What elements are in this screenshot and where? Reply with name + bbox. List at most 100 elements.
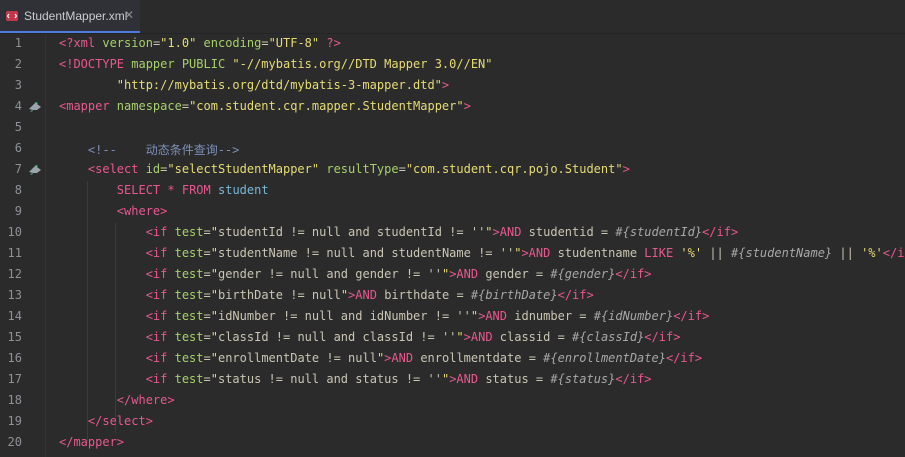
code-token: student <box>218 183 269 197</box>
line-number: 8 <box>14 183 22 197</box>
code-token: = <box>203 225 211 239</box>
code-token: </if> <box>673 309 710 323</box>
line-number: 16 <box>7 351 22 365</box>
code-line[interactable]: 16 <if test="enrollmentDate != null">AND… <box>0 349 905 370</box>
code-token: <where> <box>116 204 168 218</box>
code-token: = <box>203 372 211 386</box>
code-line[interactable]: 7 <select id = "selectStudentMapper" resul… <box>0 160 905 181</box>
code-token: " <box>210 267 218 281</box>
code-line[interactable]: 13 <if test="birthDate != null">AND birt… <box>0 286 905 307</box>
code-line[interactable]: 19 </select> <box>0 412 905 433</box>
code-text: <if test="status != null and status != '… <box>59 372 652 386</box>
code-token: <if <box>145 225 175 239</box>
line-number: 9 <box>14 204 22 218</box>
code-token: "selectStudentMapper" <box>167 162 320 176</box>
code-token: classId != null and classId != '' <box>217 330 457 344</box>
code-token: <mapper <box>59 99 117 113</box>
code-token: " <box>210 309 218 323</box>
code-line[interactable]: 20 </mapper> <box>0 433 905 454</box>
code-token: test <box>174 288 204 302</box>
line-number: 2 <box>14 57 22 71</box>
code-token: = <box>203 246 211 260</box>
code-text: </mapper> <box>59 435 124 449</box>
code-token: > <box>622 162 630 176</box>
tab-title: StudentMapper.xml <box>24 9 128 23</box>
code-line[interactable]: 10 <if test="studentId != null and stude… <box>0 223 905 244</box>
line-number: 3 <box>14 78 22 92</box>
code-token: test <box>174 309 204 323</box>
code-token: namespace <box>116 99 182 113</box>
mybatis-bean-icon[interactable] <box>28 165 42 175</box>
code-line[interactable]: 3 "http://mybatis.org/dtd/mybatis-3-mapp… <box>0 76 905 97</box>
code-token: "1.0" <box>160 36 197 50</box>
mybatis-bean-icon[interactable] <box>28 102 42 112</box>
code-token: #{status} <box>550 372 616 386</box>
code-line[interactable]: 6 <!-- 动态条件查询--> <box>0 139 905 160</box>
line-number: 7 <box>14 162 22 176</box>
code-line[interactable]: 5 <box>0 118 905 139</box>
code-text: <if test="classId != null and classId !=… <box>59 330 681 344</box>
code-token: " <box>210 351 218 365</box>
line-number: 4 <box>14 99 22 113</box>
code-line[interactable]: 2 <!DOCTYPE mapper PUBLIC "-//mybatis.org… <box>0 55 905 76</box>
code-token: <!DOCTYPE <box>59 57 132 71</box>
code-token: > <box>521 246 529 260</box>
close-icon[interactable]: ✕ <box>124 8 134 22</box>
code-text: <?xml version="1.0" encoding="UTF-8" ?> <box>59 36 341 50</box>
code-token: studentName != null and studentName != '… <box>217 246 515 260</box>
code-token: " <box>210 288 218 302</box>
code-token: status != null and status != '' <box>217 372 442 386</box>
xml-file-icon <box>6 11 18 21</box>
code-token: '%' <box>861 246 883 260</box>
code-line[interactable]: 8 SELECT * FROM student <box>0 181 905 202</box>
code-token: idNumber != null and idNumber != '' <box>217 309 471 323</box>
code-token: enrollmentdate = <box>413 351 544 365</box>
code-token: SELECT <box>116 183 161 197</box>
code-line[interactable]: 17 <if test="status != null and status !… <box>0 370 905 391</box>
code-token: AND <box>456 267 479 281</box>
code-token: #{studentId} <box>615 225 703 239</box>
code-line[interactable]: 12 <if test="gender != null and gender !… <box>0 265 905 286</box>
code-token: classid = <box>492 330 573 344</box>
code-line[interactable]: 11 <if test="studentName != null and stu… <box>0 244 905 265</box>
code-token: "UTF-8" <box>268 36 320 50</box>
code-token: <if <box>145 309 175 323</box>
code-line[interactable]: 1 <?xml version="1.0" encoding="UTF-8" ?> <box>0 34 905 55</box>
code-token: " <box>210 246 218 260</box>
code-token: test <box>174 225 204 239</box>
code-token: #{studentName} <box>731 246 833 260</box>
code-token: test <box>174 246 204 260</box>
code-token: = <box>181 99 190 113</box>
code-line[interactable]: 14 <if test="idNumber != null and idNumb… <box>0 307 905 328</box>
code-token: AND <box>355 288 377 302</box>
line-number: 15 <box>7 330 22 344</box>
code-token: LIKE <box>644 246 674 260</box>
code-token: encoding <box>203 36 262 50</box>
line-number: 19 <box>7 414 22 428</box>
line-number: 13 <box>7 288 22 302</box>
code-line[interactable]: 15 <if test="classId != null and classId… <box>0 328 905 349</box>
code-line[interactable]: 9 <where> <box>0 202 905 223</box>
code-line[interactable]: 4 <mapper namespace="com.student.cqr.mapp… <box>0 97 905 118</box>
code-token: = <box>398 162 406 176</box>
line-number: 6 <box>14 141 22 155</box>
code-token: </if> <box>557 288 594 302</box>
code-token: <if <box>145 267 175 281</box>
code-token: " <box>456 330 464 344</box>
code-text: "http://mybatis.org/dtd/mybatis-3-mapper… <box>59 78 449 92</box>
code-text: <!-- 动态条件查询--> <box>59 141 239 158</box>
code-token: " <box>470 309 479 323</box>
code-token: </if> <box>702 225 739 239</box>
code-line[interactable]: 18 </where> <box>0 391 905 412</box>
code-editor[interactable]: 1 <?xml version="1.0" encoding="UTF-8" ?>… <box>0 34 905 457</box>
code-token: <if <box>145 288 175 302</box>
tab-studentmapper-xml[interactable]: StudentMapper.xml ✕ <box>0 0 140 33</box>
code-token: <!-- 动态条件查询--> <box>87 143 240 157</box>
code-token: id <box>145 162 161 176</box>
